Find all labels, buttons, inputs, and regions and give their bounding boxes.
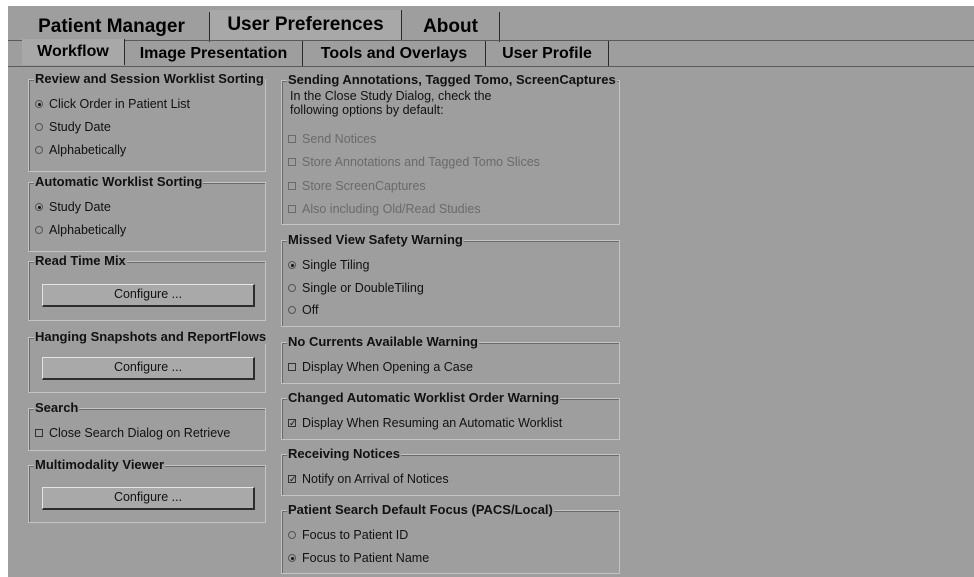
group-title: Changed Automatic Worklist Order Warning xyxy=(287,390,561,405)
review-session-sorting-group: Review and Session Worklist Sorting Clic… xyxy=(28,71,266,172)
radio-icon xyxy=(35,146,43,154)
radio-selected-icon xyxy=(35,100,43,108)
checkbox-display-opening-case[interactable]: Display When Opening a Case xyxy=(288,360,473,374)
tab-image-presentation[interactable]: Image Presentation xyxy=(125,41,303,67)
missed-view-warning-group: Missed View Safety Warning Single Tiling… xyxy=(281,232,620,327)
radio-icon xyxy=(288,531,296,539)
radio-selected-icon xyxy=(288,554,296,562)
tab-user-profile[interactable]: User Profile xyxy=(486,41,609,67)
group-title: Receiving Notices xyxy=(287,446,401,461)
checkbox-store-annotations[interactable]: Store Annotations and Tagged Tomo Slices xyxy=(288,155,540,169)
hanging-configure-button[interactable]: Configure ... xyxy=(42,357,255,380)
checkbox-icon xyxy=(288,182,296,190)
multimodality-viewer-group: Multimodality Viewer Configure ... xyxy=(28,457,266,523)
checkbox-store-screencaptures[interactable]: Store ScreenCaptures xyxy=(288,179,426,193)
radio-click-order[interactable]: Click Order in Patient List xyxy=(35,97,190,111)
checkbox-send-notices[interactable]: Send Notices xyxy=(288,132,376,146)
checkmark-icon: ✓ xyxy=(288,419,296,427)
tab-patient-manager[interactable]: Patient Manager xyxy=(14,12,210,42)
tab-user-preferences[interactable]: User Preferences xyxy=(210,10,402,40)
checkbox-icon xyxy=(288,205,296,213)
tab-tools-and-overlays[interactable]: Tools and Overlays xyxy=(303,41,486,67)
radio-icon xyxy=(288,284,296,292)
patient-search-focus-group: Patient Search Default Focus (PACS/Local… xyxy=(281,502,620,574)
radio-auto-alphabetically[interactable]: Alphabetically xyxy=(35,223,126,237)
radio-focus-patient-name[interactable]: Focus to Patient Name xyxy=(288,551,429,565)
multimodality-configure-button[interactable]: Configure ... xyxy=(42,487,255,510)
receiving-notices-group: Receiving Notices ✓ Notify on Arrival of … xyxy=(281,446,620,496)
checkbox-icon xyxy=(35,429,43,437)
group-title: Missed View Safety Warning xyxy=(287,232,464,247)
checkmark-icon: ✓ xyxy=(288,475,296,483)
radio-icon xyxy=(35,226,43,234)
radio-single-or-double-tiling[interactable]: Single or DoubleTiling xyxy=(288,281,424,295)
group-title: Automatic Worklist Sorting xyxy=(34,174,204,189)
sending-annotations-group: Sending Annotations, Tagged Tomo, Screen… xyxy=(281,72,620,225)
read-time-mix-configure-button[interactable]: Configure ... xyxy=(42,284,255,307)
close-study-note: In the Close Study Dialog, check the foll… xyxy=(290,89,492,117)
checkbox-icon xyxy=(288,135,296,143)
radio-study-date[interactable]: Study Date xyxy=(35,120,111,134)
checkbox-notify-arrival[interactable]: ✓ Notify on Arrival of Notices xyxy=(288,472,449,486)
tab-about[interactable]: About xyxy=(402,12,500,42)
read-time-mix-group: Read Time Mix Configure ... xyxy=(28,253,266,321)
radio-focus-patient-id[interactable]: Focus to Patient ID xyxy=(288,528,408,542)
group-title: Patient Search Default Focus (PACS/Local… xyxy=(287,502,554,517)
group-title: Sending Annotations, Tagged Tomo, Screen… xyxy=(287,72,617,87)
group-title: Review and Session Worklist Sorting xyxy=(34,71,265,86)
checkbox-display-resuming-worklist[interactable]: ✓ Display When Resuming an Automatic Work… xyxy=(288,416,562,430)
hanging-snapshots-group: Hanging Snapshots and ReportFlows Config… xyxy=(28,329,268,393)
group-title: Search xyxy=(34,400,80,415)
radio-selected-icon xyxy=(35,203,43,211)
radio-off[interactable]: Off xyxy=(288,303,318,317)
tab-workflow[interactable]: Workflow xyxy=(22,39,125,65)
preferences-window: Patient Manager User Preferences About W… xyxy=(8,6,974,577)
radio-selected-icon xyxy=(288,261,296,269)
group-title: Hanging Snapshots and ReportFlows xyxy=(34,329,268,344)
changed-auto-worklist-group: Changed Automatic Worklist Order Warning… xyxy=(281,390,620,440)
no-currents-warning-group: No Currents Available Warning Display Wh… xyxy=(281,334,620,384)
group-title: Multimodality Viewer xyxy=(34,457,166,472)
radio-alphabetically[interactable]: Alphabetically xyxy=(35,143,126,157)
checkbox-icon xyxy=(288,363,296,371)
radio-icon xyxy=(35,123,43,131)
checkbox-icon xyxy=(288,158,296,166)
radio-auto-study-date[interactable]: Study Date xyxy=(35,200,111,214)
group-title: Read Time Mix xyxy=(34,253,127,268)
radio-icon xyxy=(288,306,296,314)
radio-single-tiling[interactable]: Single Tiling xyxy=(288,258,369,272)
checkbox-close-search-dialog[interactable]: Close Search Dialog on Retrieve xyxy=(35,426,230,440)
checkbox-include-old-read[interactable]: Also including Old/Read Studies xyxy=(288,202,481,216)
group-title: No Currents Available Warning xyxy=(287,334,479,349)
automatic-worklist-sorting-group: Automatic Worklist Sorting Study Date Al… xyxy=(28,174,266,252)
search-group: Search Close Search Dialog on Retrieve xyxy=(28,400,266,451)
sub-tabs-divider xyxy=(8,66,974,67)
